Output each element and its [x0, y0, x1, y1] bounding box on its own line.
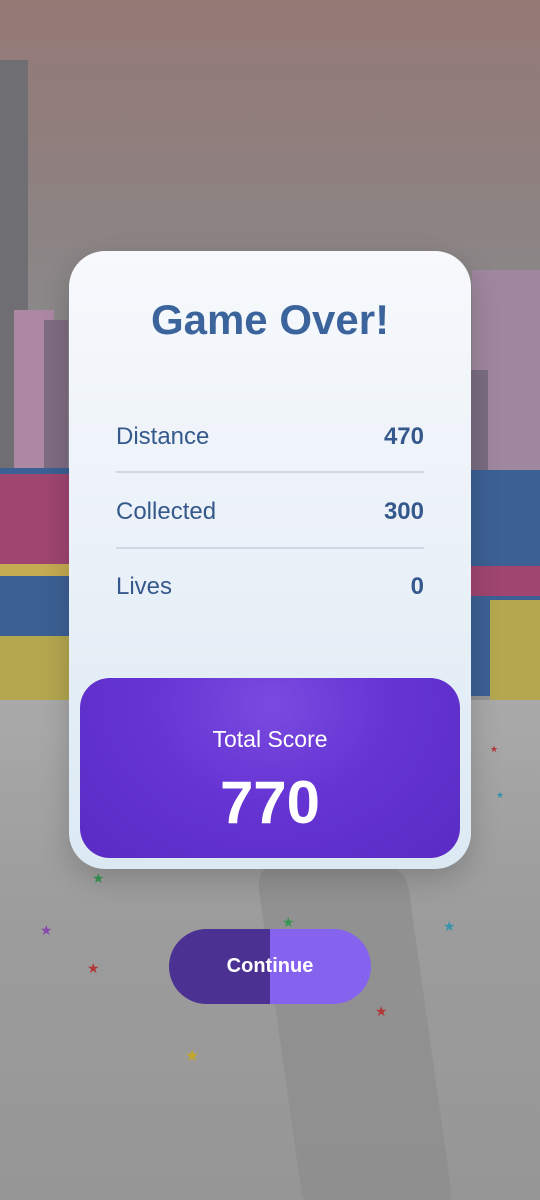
total-score-value: 770 [219, 769, 321, 836]
divider [116, 547, 424, 549]
stat-label: Lives [116, 573, 173, 600]
continue-button-label: Continue [226, 955, 314, 977]
stat-row-collected: Collected 300 [116, 486, 424, 538]
continue-button[interactable]: Continue [169, 929, 371, 1004]
stat-row-lives: Lives 0 [116, 561, 424, 613]
stat-label: Distance [116, 423, 210, 450]
stat-value: 300 [383, 498, 424, 525]
divider [116, 471, 424, 473]
stat-value: 0 [410, 573, 424, 600]
stat-value: 470 [383, 423, 424, 450]
stat-label: Collected [116, 498, 217, 525]
dialog-title: Game Over! [150, 296, 390, 343]
stat-row-distance: Distance 470 [116, 411, 424, 463]
total-score-label: Total Score [212, 726, 328, 752]
